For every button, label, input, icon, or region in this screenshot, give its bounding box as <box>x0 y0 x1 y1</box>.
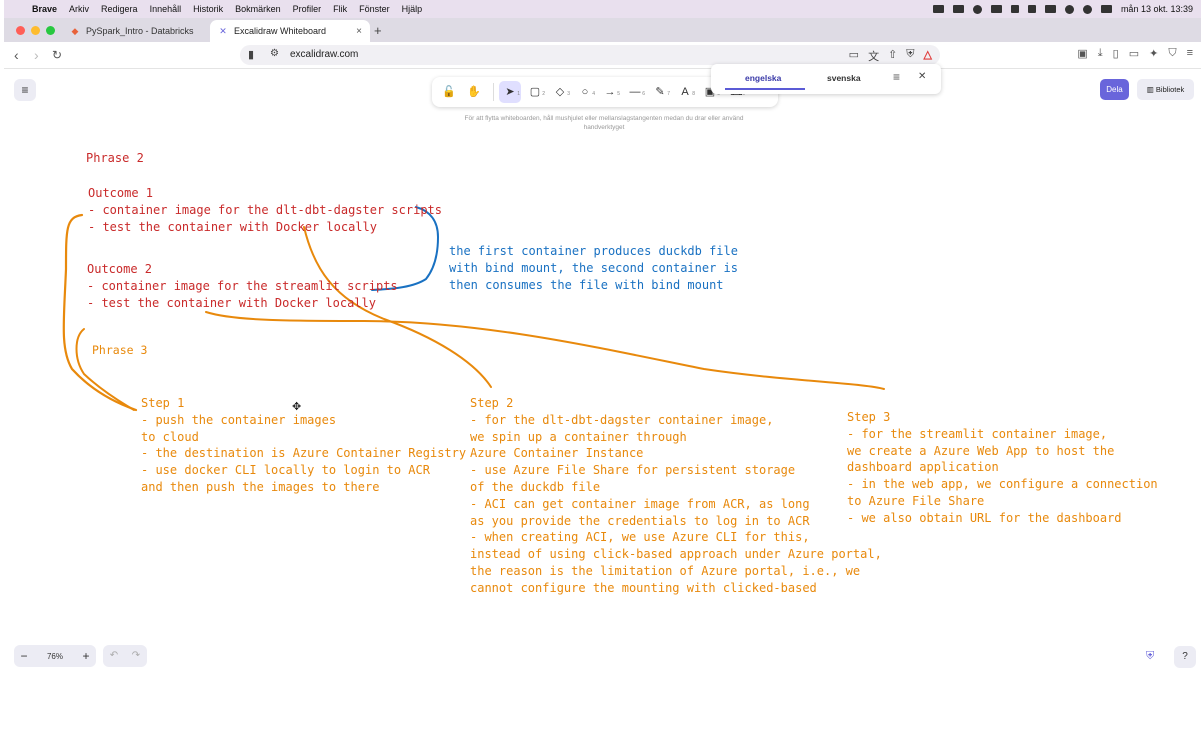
undo-redo-controls: ↶ ↷ <box>103 645 147 667</box>
translate-icon[interactable]: 文 <box>868 48 879 64</box>
url-text[interactable]: excalidraw.com <box>290 49 358 60</box>
menu-historik[interactable]: Historik <box>193 4 223 14</box>
wallet-icon[interactable]: ▭ <box>1129 47 1139 60</box>
leo-ai-icon[interactable]: ✦ <box>1149 47 1158 60</box>
redo-icon[interactable]: ↷ <box>125 645 147 667</box>
brave-shields-icon[interactable]: ⛨ <box>906 48 914 64</box>
status-area: mån 13 okt. 13:39 <box>932 0 1193 18</box>
display-icon[interactable] <box>952 5 964 13</box>
screenshot-icon[interactable]: ▣ <box>1077 47 1087 60</box>
volume-icon[interactable] <box>1027 5 1036 13</box>
tab-excalidraw[interactable]: ✕ Excalidraw Whiteboard × <box>210 20 370 42</box>
excalidraw-canvas[interactable]: ≡ 🔓✋➤1▢2◇3○4→5—6✎7A8▣9⌫0 För att flytta … <box>4 64 1201 677</box>
zoom-controls: − 76% + <box>14 645 96 667</box>
battery-icon[interactable] <box>1044 5 1056 13</box>
download-icon[interactable]: ⤓ <box>1098 47 1103 60</box>
address-bar-row: ‹ › ↻ ▮ ⚙ excalidraw.com ▭ 文 ⇧ ⛨ △ ▣ ⤓ ▯… <box>4 42 1201 69</box>
site-settings-icon[interactable]: ⚙ <box>270 48 279 59</box>
move-cursor-icon: ✥ <box>292 401 302 413</box>
tab-title: PySpark_Intro - Databricks <box>86 26 194 36</box>
outcome2-heading[interactable]: Outcome 2 <box>87 261 152 278</box>
spotlight-search-icon[interactable] <box>1082 4 1092 14</box>
menu-innehall[interactable]: Innehåll <box>150 4 182 14</box>
orange-connector-step3[interactable] <box>205 311 885 390</box>
outcome2-line2[interactable]: - test the container with Docker locally <box>87 295 376 312</box>
menu-hjalp[interactable]: Hjälp <box>402 4 423 14</box>
bookmark-icon[interactable]: ▮ <box>248 48 254 61</box>
zoom-level[interactable]: 76% <box>34 652 76 661</box>
tab-strip: ◆ PySpark_Intro - Databricks ✕ Excalidra… <box>4 18 1201 42</box>
encryption-shield-icon[interactable]: ⛨ <box>1146 650 1154 663</box>
share-page-icon[interactable]: ⇧ <box>888 48 897 64</box>
step1-block[interactable]: Step 1 - push the container images to cl… <box>141 395 466 496</box>
menu-redigera[interactable]: Redigera <box>101 4 138 14</box>
close-tab-icon[interactable]: × <box>356 26 362 37</box>
databricks-icon: ◆ <box>71 26 79 36</box>
browser-menu-icon[interactable]: ≡ <box>1187 47 1193 60</box>
outcome1-heading[interactable]: Outcome 1 <box>88 185 153 202</box>
help-button[interactable]: ? <box>1174 646 1196 668</box>
sidebar-icon[interactable]: ▯ <box>1113 47 1119 60</box>
reload-icon[interactable]: ↻ <box>52 46 62 64</box>
undo-icon[interactable]: ↶ <box>103 645 125 667</box>
note-line1[interactable]: the first container produces duckdb file <box>449 243 738 260</box>
cloud-icon[interactable] <box>972 4 982 14</box>
zoom-window-icon[interactable] <box>46 26 55 35</box>
window-controls <box>16 26 55 35</box>
control-center-icon[interactable] <box>1100 5 1112 13</box>
brave-rewards-icon[interactable]: △ <box>924 48 932 64</box>
back-icon[interactable]: ‹ <box>14 46 19 64</box>
close-window-icon[interactable] <box>16 26 25 35</box>
orange-bracket-outer[interactable] <box>62 213 138 412</box>
forward-icon[interactable]: › <box>34 46 39 64</box>
wifi-icon[interactable] <box>1064 4 1074 14</box>
outcome1-line2[interactable]: - test the container with Docker locally <box>88 219 377 236</box>
bars-icon[interactable] <box>990 5 1002 13</box>
vpn-icon[interactable]: ⛉ <box>1168 47 1176 60</box>
phrase2-heading[interactable]: Phrase 2 <box>86 150 144 167</box>
cast-icon[interactable]: ▭ <box>849 48 859 64</box>
menu-profiler[interactable]: Profiler <box>293 4 322 14</box>
outcome1-line1[interactable]: - container image for the dlt-dbt-dagste… <box>88 202 442 219</box>
zoom-in-button[interactable]: + <box>76 649 96 663</box>
note-line3[interactable]: then consumes the file with bind mount <box>449 277 724 294</box>
phrase3-heading[interactable]: Phrase 3 <box>92 342 147 359</box>
screen-record-icon[interactable] <box>932 5 944 13</box>
minimize-window-icon[interactable] <box>31 26 40 35</box>
menu-fonster[interactable]: Fönster <box>359 4 390 14</box>
tab-title: Excalidraw Whiteboard <box>234 26 327 36</box>
menu-app-brave[interactable]: Brave <box>32 4 57 14</box>
keyboard-layout-icon[interactable] <box>1010 5 1019 13</box>
browser-toolbar-icons: ▣ ⤓ ▯ ▭ ✦ ⛉ ≡ <box>1077 47 1193 60</box>
menu-flik[interactable]: Flik <box>333 4 347 14</box>
note-line2[interactable]: with bind mount, the second container is <box>449 260 738 277</box>
excalidraw-icon: ✕ <box>219 26 227 36</box>
browser-window: Brave Arkiv Redigera Innehåll Historik B… <box>4 0 1201 677</box>
menu-bar-clock[interactable]: mån 13 okt. 13:39 <box>1121 4 1193 14</box>
new-tab-button[interactable]: + <box>374 20 382 42</box>
step2-block[interactable]: Step 2 - for the dlt-dbt-dagster contain… <box>470 395 882 597</box>
zoom-out-button[interactable]: − <box>14 649 34 663</box>
menu-bokmarken[interactable]: Bokmärken <box>235 4 281 14</box>
step3-block[interactable]: Step 3 - for the streamlit container ima… <box>847 409 1158 527</box>
url-bar[interactable]: ▮ ⚙ excalidraw.com ▭ 文 ⇧ ⛨ △ <box>240 45 940 65</box>
outcome2-line1[interactable]: - container image for the streamlit scri… <box>87 278 398 295</box>
macos-menu-bar: Brave Arkiv Redigera Innehåll Historik B… <box>4 0 1201 18</box>
tab-databricks[interactable]: ◆ PySpark_Intro - Databricks <box>62 20 210 42</box>
menu-arkiv[interactable]: Arkiv <box>69 4 89 14</box>
url-bar-icons: ▭ 文 ⇧ ⛨ △ <box>849 48 932 64</box>
